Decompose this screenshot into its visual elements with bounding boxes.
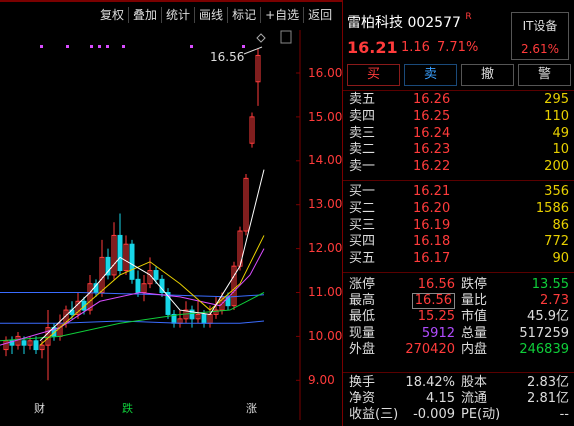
y-tick-label: 14.00: [308, 153, 343, 167]
quote-header: 雷柏科技 002577 R 16.21 1.16 7.71% IT设备 2.61…: [343, 6, 574, 60]
sell-order-book: 卖五 16.26 295 卖四 16.25 110 卖三 16.24 49 卖二 16.23 1…: [343, 92, 574, 176]
quote-stats: 涨停 16.56 跌停 13.55 最高 16.56 量比 2.73 最低 15.25 市值 45…: [343, 277, 574, 358]
stats-row: 净资 4.15 流通 2.81亿: [349, 391, 569, 407]
y-tick-label: 9.00: [308, 373, 335, 387]
sell-row: 卖五 16.26 295: [349, 92, 569, 107]
candlestick-chart[interactable]: [0, 0, 342, 426]
quote-panel: 雷柏科技 002577 R 16.21 1.16 7.71% IT设备 2.61…: [342, 0, 574, 426]
price-change-pct: 7.71%: [437, 40, 479, 55]
fundamental-stats: 换手 18.42% 股本 2.83亿 净资 4.15 流通 2.81亿 收益(三) -0.00…: [343, 375, 574, 424]
y-tick-label: 15.00: [308, 110, 343, 124]
sell-row: 卖一 16.22 200: [349, 159, 569, 175]
high-pointer: [243, 46, 263, 55]
tool-draw-line[interactable]: 画线: [195, 7, 229, 23]
stats-row: 涨停 16.56 跌停 13.55: [349, 277, 569, 292]
event-tag-rise[interactable]: 涨: [246, 400, 257, 416]
y-tick-label: 16.00: [308, 66, 343, 80]
signal-dot: [66, 45, 69, 48]
margin-badge: R: [465, 12, 472, 22]
trade-buttons: 买 卖 撤 警: [347, 64, 571, 86]
high-price-label: 16.56: [210, 50, 245, 64]
stats-row: 现量 5912 总量 517259: [349, 325, 569, 341]
signal-dot: [242, 45, 245, 48]
sector-change: 2.61%: [520, 42, 560, 56]
y-tick-label: 12.00: [308, 241, 343, 255]
stock-title: 雷柏科技 002577 R: [347, 12, 472, 32]
candle-body: [129, 243, 135, 280]
buy-row: 买五 16.17 90: [349, 251, 569, 267]
y-tick-label: 13.00: [308, 197, 343, 211]
signal-dot: [190, 45, 193, 48]
stock-code: 002577: [407, 15, 461, 31]
stock-name: 雷柏科技: [347, 15, 403, 31]
tool-overlay[interactable]: 叠加: [129, 7, 163, 23]
kline-chart-panel[interactable]: 复权 叠加 统计 画线 标记 +自选 返回 16.00 15.00 14.00 …: [0, 0, 342, 426]
sell-row: 卖三 16.24 49: [349, 125, 569, 141]
diamond-icon: [256, 33, 266, 43]
cancel-order-button[interactable]: 撤: [461, 64, 514, 86]
sector-box[interactable]: IT设备 2.61%: [511, 12, 569, 60]
signal-dot: [122, 45, 125, 48]
stats-row: 最高 16.56 量比 2.73: [349, 293, 569, 310]
nav-box: [280, 30, 292, 44]
candle-body: [117, 234, 123, 272]
candle-body: [153, 270, 159, 280]
signal-dot: [98, 45, 101, 48]
last-price: 16.21: [347, 38, 398, 57]
sell-row: 卖二 16.23 10: [349, 142, 569, 158]
sector-name: IT设备: [522, 19, 558, 33]
tool-statistics[interactable]: 统计: [162, 7, 196, 23]
candle-body: [135, 278, 141, 293]
tool-restore-rights[interactable]: 复权: [96, 7, 130, 23]
buy-row: 买四 16.18 772: [349, 234, 569, 250]
stats-row: 换手 18.42% 股本 2.83亿: [349, 375, 569, 390]
buy-button[interactable]: 买: [347, 64, 400, 86]
signal-dot: [40, 45, 43, 48]
tool-back[interactable]: 返回: [304, 7, 336, 23]
candle-body: [201, 313, 207, 324]
stats-row: 外盘 270420 内盘 246839: [349, 341, 569, 357]
buy-row: 买一 16.21 356: [349, 184, 569, 199]
signal-dot: [106, 45, 109, 48]
buy-order-book: 买一 16.21 356 买二 16.20 1586 买三 16.19 86 买四 16.18…: [343, 184, 574, 268]
buy-row: 买三 16.19 86: [349, 217, 569, 233]
stats-row: 收益(三) -0.009 PE(动) --: [349, 407, 569, 423]
event-tag-earnings[interactable]: 财: [34, 400, 45, 416]
event-tag-drop[interactable]: 跌: [122, 400, 133, 416]
sell-row: 卖四 16.25 110: [349, 108, 569, 124]
sell-button[interactable]: 卖: [404, 64, 457, 86]
buy-row: 买二 16.20 1586: [349, 200, 569, 216]
ma10-line: [39, 235, 265, 346]
stats-row: 最低 15.25 市值 45.9亿: [349, 309, 569, 325]
signal-dot: [90, 45, 93, 48]
alert-button[interactable]: 警: [518, 64, 571, 86]
price-change: 1.16: [401, 40, 430, 55]
tool-add-watchlist[interactable]: +自选: [261, 7, 305, 23]
tool-mark[interactable]: 标记: [228, 7, 262, 23]
chart-toolbar: 复权 叠加 统计 画线 标记 +自选 返回: [96, 7, 336, 23]
candle-body: [21, 340, 27, 346]
candle-body: [33, 340, 39, 351]
y-tick-label: 10.00: [308, 329, 343, 343]
y-tick-label: 11.00: [308, 285, 343, 299]
